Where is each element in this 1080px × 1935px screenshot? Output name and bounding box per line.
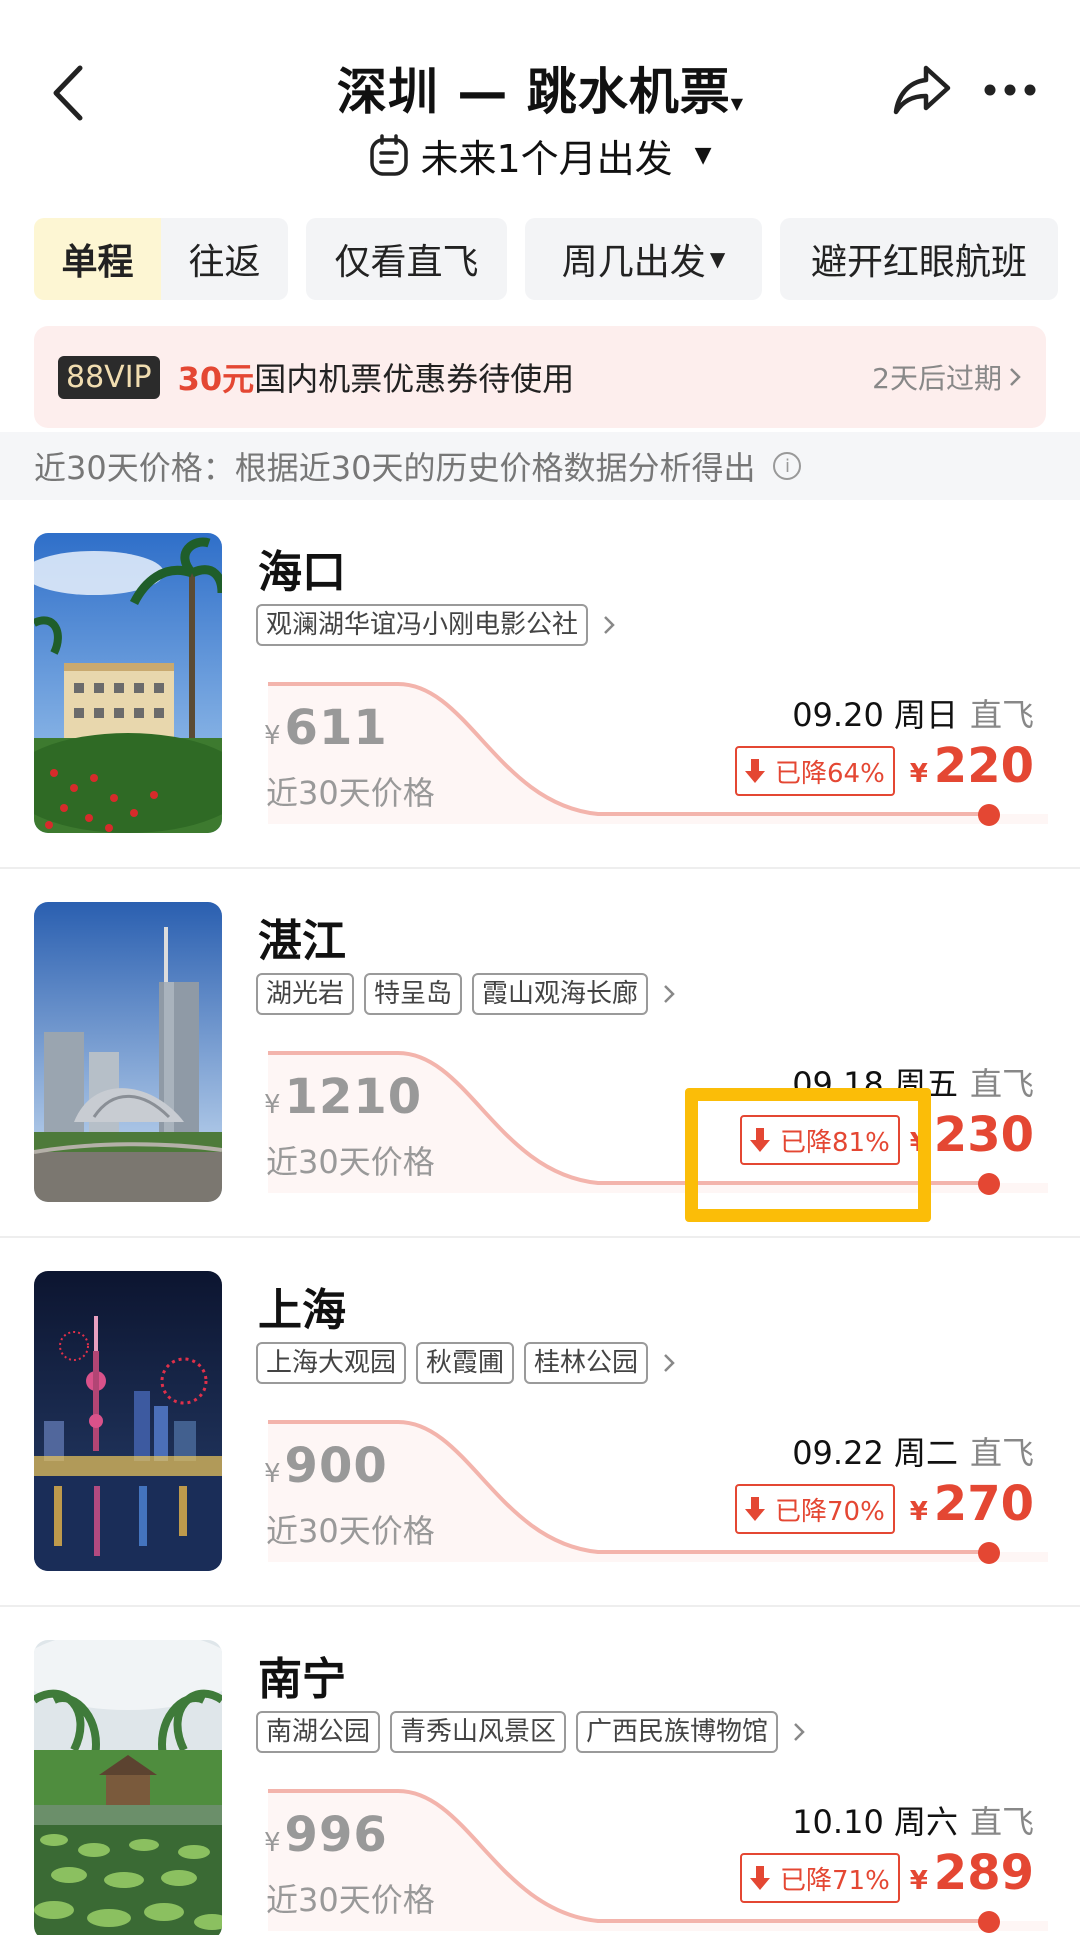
header: 深圳 — 跳水机票▼ 未来1个月出发 ▼ [0, 0, 1080, 200]
chevron-right-icon [664, 1354, 675, 1372]
filter-bar: 单程 往返 仅看直飞 周几出发 ▼ 避开红眼航班 [34, 218, 1058, 300]
attraction-tag: 上海大观园 [256, 1342, 407, 1384]
attraction-tags[interactable]: 观澜湖华谊冯小刚电影公社 [256, 604, 616, 646]
destination-card[interactable]: 上海 上海大观园 秋霞圃 桂林公园 ¥900 近30天价格 09.22 周二 直飞… [0, 1238, 1080, 1607]
one-way-option[interactable]: 单程 [34, 218, 161, 300]
down-arrow-icon [745, 1497, 765, 1521]
vip-badge: 88VIP [58, 355, 160, 399]
direct-flight-label: 直飞 [969, 1434, 1034, 1472]
destination-photo [34, 533, 222, 833]
attraction-tag: 观澜湖华谊冯小刚电影公社 [256, 604, 589, 646]
date-range-label: 未来1个月出发 [420, 137, 673, 181]
attraction-tag: 秋霞圃 [416, 1342, 515, 1384]
coupon-text: 国内机票优惠券待使用 [254, 360, 575, 398]
direct-only-filter[interactable]: 仅看直飞 [306, 218, 507, 300]
chevron-right-icon [664, 985, 675, 1003]
attraction-tag: 桂林公园 [524, 1342, 649, 1384]
price-drop-text: 已降64% [775, 758, 885, 789]
attraction-tags[interactable]: 湖光岩 特呈岛 霞山观海长廊 [256, 973, 676, 1015]
old-price-label: 近30天价格 [266, 774, 435, 812]
destination-card[interactable]: 海口 观澜湖华谊冯小刚电影公社 ¥611 近30天价格 09.20 周日 直飞 已… [0, 500, 1080, 869]
more-button[interactable] [982, 78, 1038, 102]
price-point-marker [978, 1173, 1000, 1195]
attraction-tag: 广西民族博物馆 [576, 1711, 779, 1753]
caret-down-icon: ▼ [709, 247, 726, 271]
city-name: 海口 [258, 547, 346, 598]
price-point-marker [978, 1542, 1000, 1564]
round-trip-option[interactable]: 往返 [161, 218, 288, 300]
date-range-dropdown[interactable]: 未来1个月出发 ▼ [0, 128, 1080, 183]
down-arrow-icon [750, 1866, 770, 1890]
price-drop-badge: 已降64% [735, 746, 895, 796]
destination-card[interactable]: 南宁 南湖公园 青秀山风景区 广西民族博物馆 ¥996 近30天价格 10.10… [0, 1607, 1080, 1935]
attraction-tags[interactable]: 上海大观园 秋霞圃 桂林公园 [256, 1342, 676, 1384]
clock-icon [370, 133, 409, 176]
attraction-tag: 霞山观海长廊 [472, 973, 649, 1015]
page-title: 深圳 — 跳水机票 [336, 63, 731, 121]
city-name: 上海 [258, 1285, 346, 1336]
old-price: ¥611 [264, 700, 388, 756]
highlight-box [685, 1088, 931, 1222]
direct-flight-label: 直飞 [969, 696, 1034, 734]
caret-down-icon: ▼ [694, 143, 712, 168]
old-price: ¥900 [264, 1438, 388, 1494]
price-point-marker [978, 804, 1000, 826]
chevron-right-icon [604, 616, 615, 634]
share-button[interactable] [890, 62, 954, 118]
attraction-tag: 青秀山风景区 [390, 1711, 567, 1753]
trip-type-segment: 单程 往返 [34, 218, 288, 300]
chevron-right-icon [794, 1723, 805, 1741]
coupon-expire: 2天后过期 [872, 357, 1022, 397]
flight-date: 09.20 周日 直飞 [792, 696, 1034, 734]
city-name: 湛江 [258, 916, 346, 967]
destination-photo [34, 1271, 222, 1571]
old-price-label: 近30天价格 [266, 1143, 435, 1181]
destination-photo [34, 1640, 222, 1935]
attraction-tag: 南湖公园 [256, 1711, 381, 1753]
destination-photo [34, 902, 222, 1202]
flight-date: 09.22 周二 直飞 [792, 1434, 1034, 1472]
new-price: ¥270 [909, 1476, 1034, 1532]
more-icon [984, 84, 1036, 96]
attraction-tag: 特呈岛 [364, 973, 463, 1015]
avoid-redeye-filter[interactable]: 避开红眼航班 [780, 218, 1058, 300]
down-arrow-icon [745, 759, 765, 783]
flight-date: 10.10 周六 直飞 [792, 1803, 1034, 1841]
price-point-marker [978, 1911, 1000, 1933]
coupon-expire-label: 2天后过期 [872, 362, 1002, 395]
old-price: ¥1210 [264, 1069, 423, 1125]
coupon-banner[interactable]: 88VIP 30元 国内机票优惠券待使用 2天后过期 [34, 326, 1046, 428]
weekday-filter[interactable]: 周几出发 ▼ [525, 218, 762, 300]
price-drop-badge: 已降71% [740, 1853, 900, 1903]
weekday-filter-label: 周几出发 [561, 242, 706, 283]
old-price-label: 近30天价格 [266, 1512, 435, 1550]
price-info-strip: 近30天价格：根据近30天的历史价格数据分析得出 i [0, 432, 1080, 500]
old-price-label: 近30天价格 [266, 1881, 435, 1919]
price-info-text: 近30天价格：根据近30天的历史价格数据分析得出 [34, 449, 756, 487]
price-drop-badge: 已降70% [735, 1484, 895, 1534]
direct-flight-label: 直飞 [969, 1803, 1034, 1841]
price-drop-text: 已降71% [780, 1865, 890, 1896]
share-icon [893, 65, 951, 115]
new-price: ¥220 [909, 738, 1034, 794]
direct-flight-label: 直飞 [969, 1065, 1034, 1103]
coupon-amount: 30元 [177, 360, 255, 398]
caret-down-icon: ▼ [730, 94, 744, 113]
attraction-tag: 湖光岩 [256, 973, 355, 1015]
old-price: ¥996 [264, 1807, 388, 1863]
price-drop-text: 已降70% [775, 1496, 885, 1527]
city-name: 南宁 [258, 1654, 346, 1705]
chevron-right-icon [1010, 368, 1021, 386]
attraction-tags[interactable]: 南湖公园 青秀山风景区 广西民族博物馆 [256, 1711, 806, 1753]
new-price: ¥289 [909, 1845, 1034, 1901]
info-icon[interactable]: i [773, 452, 802, 480]
